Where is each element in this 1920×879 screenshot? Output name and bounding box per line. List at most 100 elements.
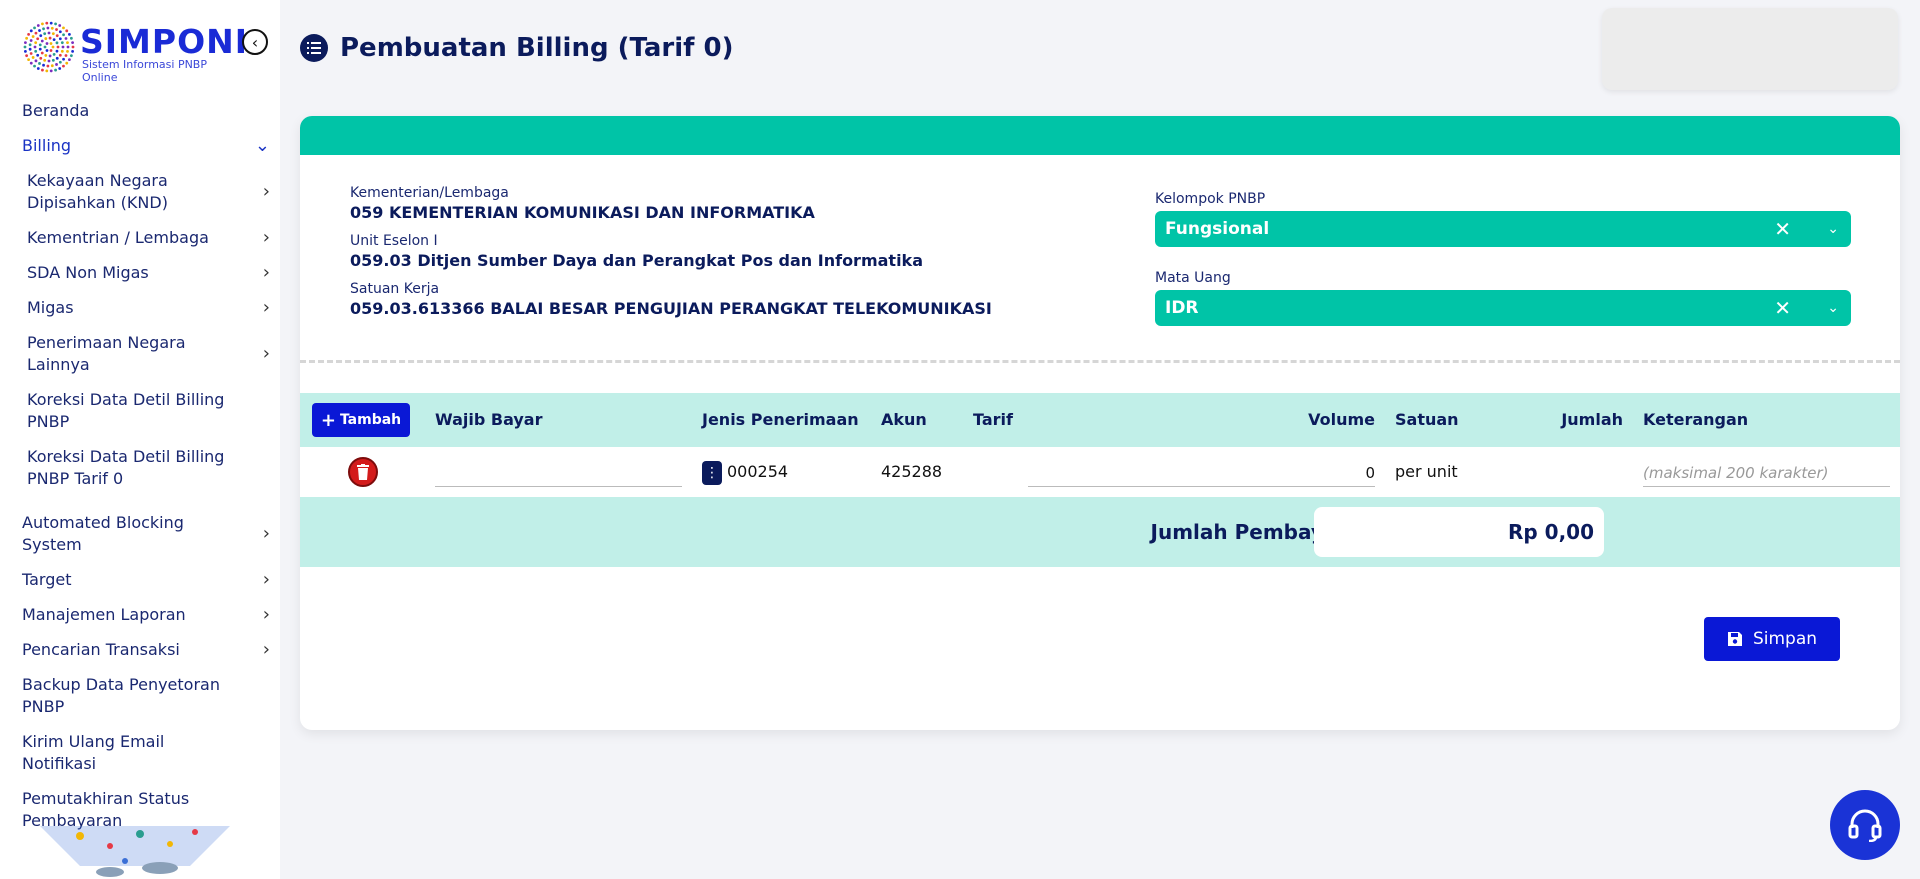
col-volume: Volume xyxy=(1308,410,1375,429)
col-wajib-bayar: Wajib Bayar xyxy=(435,410,543,429)
satker-value: 059.03.613366 BALAI BESAR PENGUJIAN PERA… xyxy=(350,299,992,318)
delete-row-button[interactable] xyxy=(348,457,378,487)
sidebar-item-label: Kirim Ulang Email Notifikasi xyxy=(22,732,165,773)
headset-icon xyxy=(1848,809,1882,842)
plus-icon: + xyxy=(320,409,336,431)
user-profile-placeholder[interactable] xyxy=(1602,8,1898,90)
sidebar-item[interactable]: Manajemen Laporan › xyxy=(0,604,280,626)
kelompok-pnbp-value: Fungsional xyxy=(1165,219,1270,239)
kelompok-pnbp-label: Kelompok PNBP xyxy=(1155,191,1266,207)
add-row-button[interactable]: + Tambah xyxy=(312,403,410,437)
sidebar-item-label: Pencarian Transaksi xyxy=(22,640,180,659)
chevron-down-icon[interactable]: ⌄ xyxy=(1827,290,1839,326)
chevron-right-icon: › xyxy=(262,604,270,625)
sidebar-item-label: Automated Blocking System xyxy=(22,513,184,554)
sidebar-item[interactable]: Pencarian Transaksi › xyxy=(0,639,280,661)
akun-value: 425288 xyxy=(881,462,943,481)
sidebar-item-label: Koreksi Data Detil Billing PNBP xyxy=(27,390,225,431)
sidebar-item-label: Backup Data Penyetoran PNBP xyxy=(22,675,220,716)
eselon-value: 059.03 Ditjen Sumber Daya dan Perangkat … xyxy=(350,251,923,270)
col-jenis-penerimaan: Jenis Penerimaan xyxy=(702,410,859,429)
sidebar-item-label: Target xyxy=(22,570,72,589)
chevron-right-icon: › xyxy=(262,639,270,660)
sidebar-item-label: Migas xyxy=(27,298,74,317)
sidebar-item[interactable]: Koreksi Data Detil Billing PNBP Tarif 0 xyxy=(0,446,280,490)
chevron-right-icon: › xyxy=(262,569,270,590)
keterangan-input[interactable] xyxy=(1643,459,1890,487)
eselon-label: Unit Eselon I xyxy=(350,233,438,249)
mata-uang-select[interactable]: IDR ✕ ⌄ xyxy=(1155,290,1851,326)
logo-tagline: Sistem Informasi PNBP Online xyxy=(82,58,207,84)
clear-icon[interactable]: ✕ xyxy=(1774,290,1791,326)
sidebar-item[interactable]: Kirim Ulang Email Notifikasi xyxy=(0,731,280,775)
collapse-sidebar-button[interactable]: ‹ xyxy=(242,29,268,55)
sidebar-item-label: Kementrian / Lembaga xyxy=(27,228,209,247)
sidebar-item[interactable]: Backup Data Penyetoran PNBP xyxy=(0,674,280,718)
list-icon xyxy=(300,34,328,62)
billing-card: Kementerian/Lembaga 059 KEMENTERIAN KOMU… xyxy=(300,116,1900,730)
chevron-down-icon[interactable]: ⌄ xyxy=(1827,211,1839,247)
sidebar-item-label: Kekayaan Negara Dipisahkan (KND) xyxy=(27,171,168,212)
chevron-down-icon: ⌄ xyxy=(254,135,270,156)
col-tarif: Tarif xyxy=(973,410,1013,429)
kelompok-pnbp-select[interactable]: Fungsional ✕ ⌄ xyxy=(1155,211,1851,247)
kl-value: 059 KEMENTERIAN KOMUNIKASI DAN INFORMATI… xyxy=(350,203,815,222)
sidebar-item-label: Pemutakhiran Status Pembayaran xyxy=(22,789,190,830)
jenis-penerimaan-value: 000254 xyxy=(727,462,789,481)
table-footer: Jumlah Pembayaran Rp 0,00 xyxy=(300,497,1900,567)
kl-label: Kementerian/Lembaga xyxy=(350,185,509,201)
total-amount: Rp 0,00 xyxy=(1314,507,1604,557)
table-row: ⋮ 000254 425288 per unit xyxy=(300,447,1900,497)
help-support-button[interactable] xyxy=(1830,790,1900,860)
chevron-right-icon: › xyxy=(262,523,270,544)
sidebar-item[interactable]: Beranda xyxy=(0,100,280,122)
sidebar-item[interactable]: Billing ⌄ xyxy=(0,135,280,157)
save-icon xyxy=(1727,632,1742,646)
chevron-right-icon: › xyxy=(262,297,270,318)
mata-uang-label: Mata Uang xyxy=(1155,270,1231,286)
logo-title: SIMPONI xyxy=(80,22,249,61)
more-options-icon[interactable]: ⋮ xyxy=(702,461,722,485)
sidebar-item-label: Penerimaan Negara Lainnya xyxy=(27,333,186,374)
decorative-illustration xyxy=(40,826,230,877)
sidebar-item[interactable]: Kementrian / Lembaga › xyxy=(0,227,280,249)
save-button[interactable]: Simpan xyxy=(1704,617,1840,661)
total-label: Jumlah Pembayaran xyxy=(1150,520,1375,544)
trash-icon xyxy=(357,464,369,480)
save-label: Simpan xyxy=(1752,629,1818,649)
sidebar-item[interactable]: Migas › xyxy=(0,297,280,319)
sidebar-item[interactable]: Koreksi Data Detil Billing PNBP xyxy=(0,389,280,433)
clear-icon[interactable]: ✕ xyxy=(1774,211,1791,247)
mata-uang-value: IDR xyxy=(1165,298,1199,318)
wajib-bayar-input[interactable] xyxy=(435,459,682,487)
satuan-value: per unit xyxy=(1395,462,1458,481)
chevron-right-icon: › xyxy=(262,262,270,283)
sidebar-item-label: Beranda xyxy=(22,101,90,120)
satker-label: Satuan Kerja xyxy=(350,281,440,297)
sidebar-item-label: Billing xyxy=(22,136,72,155)
add-row-label: Tambah xyxy=(339,412,402,428)
card-header-bar xyxy=(300,116,1900,155)
col-satuan: Satuan xyxy=(1395,410,1459,429)
page-header: Pembuatan Billing (Tarif 0) xyxy=(300,30,734,66)
sidebar-item[interactable]: SDA Non Migas › xyxy=(0,262,280,284)
simponi-logo[interactable]: SIMPONI Sistem Informasi PNBP Online xyxy=(20,18,247,84)
chevron-right-icon: › xyxy=(262,227,270,248)
sidebar-item-label: SDA Non Migas xyxy=(27,263,149,282)
sidebar-item[interactable]: Automated Blocking System › xyxy=(0,512,280,556)
organization-info: Kementerian/Lembaga 059 KEMENTERIAN KOMU… xyxy=(350,184,992,328)
logo-dots-icon xyxy=(23,21,75,73)
col-keterangan: Keterangan xyxy=(1643,410,1749,429)
chevron-right-icon: › xyxy=(262,181,270,202)
sidebar: SIMPONI Sistem Informasi PNBP Online ‹ B… xyxy=(0,0,280,879)
sidebar-item-label: Koreksi Data Detil Billing PNBP Tarif 0 xyxy=(27,447,225,488)
sidebar-item[interactable]: Kekayaan Negara Dipisahkan (KND) › xyxy=(0,170,280,214)
page-title: Pembuatan Billing (Tarif 0) xyxy=(340,33,734,63)
volume-input[interactable] xyxy=(1028,459,1375,487)
billing-options: Kelompok PNBP Fungsional ✕ ⌄ Mata Uang I… xyxy=(1155,191,1851,349)
sidebar-item[interactable]: Penerimaan Negara Lainnya › xyxy=(0,332,280,376)
sidebar-item[interactable]: Target › xyxy=(0,569,280,591)
chevron-right-icon: › xyxy=(262,343,270,364)
sidebar-menu: Beranda Billing ⌄ Kekayaan Negara Dipisahka… xyxy=(0,100,280,832)
table-header: + Tambah Wajib Bayar Jenis Penerimaan Ak… xyxy=(300,393,1900,447)
